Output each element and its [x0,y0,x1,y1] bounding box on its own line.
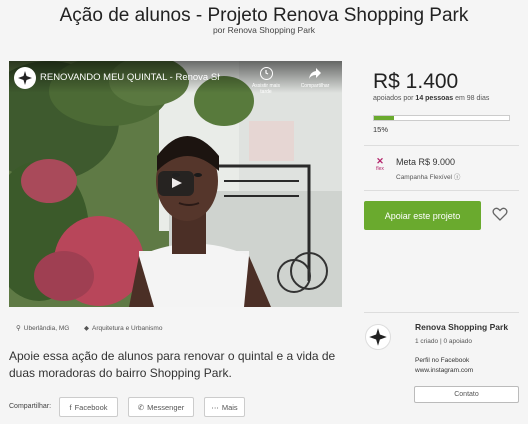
messenger-icon: ✆ [137,402,145,412]
amount-raised: R$ 1.400 [373,70,459,93]
flex-icon: ✕ flex [373,157,387,175]
spiral-logo-icon [18,71,32,85]
heart-icon[interactable] [492,206,508,222]
funding-progress-bar [373,115,510,121]
backers-prefix: apoiados por [373,95,416,102]
share-arrow-icon [309,68,321,79]
watch-later-label: Assistir mais tarde [251,83,281,95]
messenger-share-label: Messenger [147,402,185,412]
funding-percent: 15% [373,125,389,134]
more-share-label: Mais [221,402,238,412]
facebook-share-button[interactable]: f Facebook [59,397,118,417]
project-category[interactable]: ◆ Arquitetura e Urbanismo [84,324,163,333]
divider [364,312,519,313]
project-description: Apoie essa ação de alunos para renovar o… [9,349,336,380]
clock-icon [259,67,273,80]
location-pin-icon: ⚲ [16,325,21,332]
channel-avatar[interactable] [14,67,36,89]
more-share-button[interactable]: ⋯ Mais [204,397,245,417]
backers-count: 14 pessoas [415,95,454,102]
facebook-share-label: Facebook [74,402,108,412]
facebook-icon: f [69,402,72,412]
location-label: Uberlândia, MG [23,324,70,332]
divider [364,190,519,191]
project-location[interactable]: ⚲ Uberlândia, MG [16,324,70,333]
facebook-profile-link[interactable]: Perfil no Facebook [415,357,469,364]
support-project-button[interactable]: Apoiar este projeto [364,201,481,230]
instagram-link[interactable]: www.instagram.com [415,367,473,374]
stats-separator: | [439,338,442,345]
video-title[interactable]: RENOVANDO MEU QUINTAL - Renova Sho... [40,72,220,83]
info-icon[interactable]: ⓘ [454,174,461,181]
campaign-type[interactable]: Campanha Flexível ⓘ [396,171,460,181]
spiral-logo-icon [369,328,387,346]
watch-later-button[interactable]: Assistir mais tarde [246,67,286,95]
project-byline[interactable]: por Renova Shopping Park [0,25,528,35]
creator-created: 1 criado [415,338,439,345]
play-icon[interactable] [158,171,194,196]
flex-badge-label: flex [376,166,384,172]
backers-suffix: em 98 dias [453,95,490,102]
funding-goal: Meta R$ 9.000 [396,157,456,167]
video-share-label: Compartilhar [300,83,330,89]
creator-avatar[interactable] [365,324,391,350]
category-label: Arquitetura e Urbanismo [92,324,163,332]
category-tag-icon: ◆ [84,325,89,332]
share-label: Compartilhar: [9,403,52,410]
backers-summary: apoiados por 14 pessoas em 98 dias [373,95,489,102]
more-icon: ⋯ [211,402,219,412]
creator-name[interactable]: Renova Shopping Park [415,322,508,332]
funding-progress-fill [374,116,395,120]
messenger-share-button[interactable]: ✆ Messenger [128,397,194,417]
divider [364,145,519,146]
creator-supported: 0 apoiado [443,338,473,345]
creator-stats: 1 criado | 0 apoiado [415,338,472,345]
project-title: Ação de alunos - Projeto Renova Shopping… [59,5,469,26]
contact-button[interactable]: Contato [414,386,519,403]
campaign-type-label: Campanha Flexível [396,174,452,181]
video-share-button[interactable]: Compartilhar [293,67,337,89]
video-player[interactable]: RENOVANDO MEU QUINTAL - Renova Sho... As… [9,61,342,307]
